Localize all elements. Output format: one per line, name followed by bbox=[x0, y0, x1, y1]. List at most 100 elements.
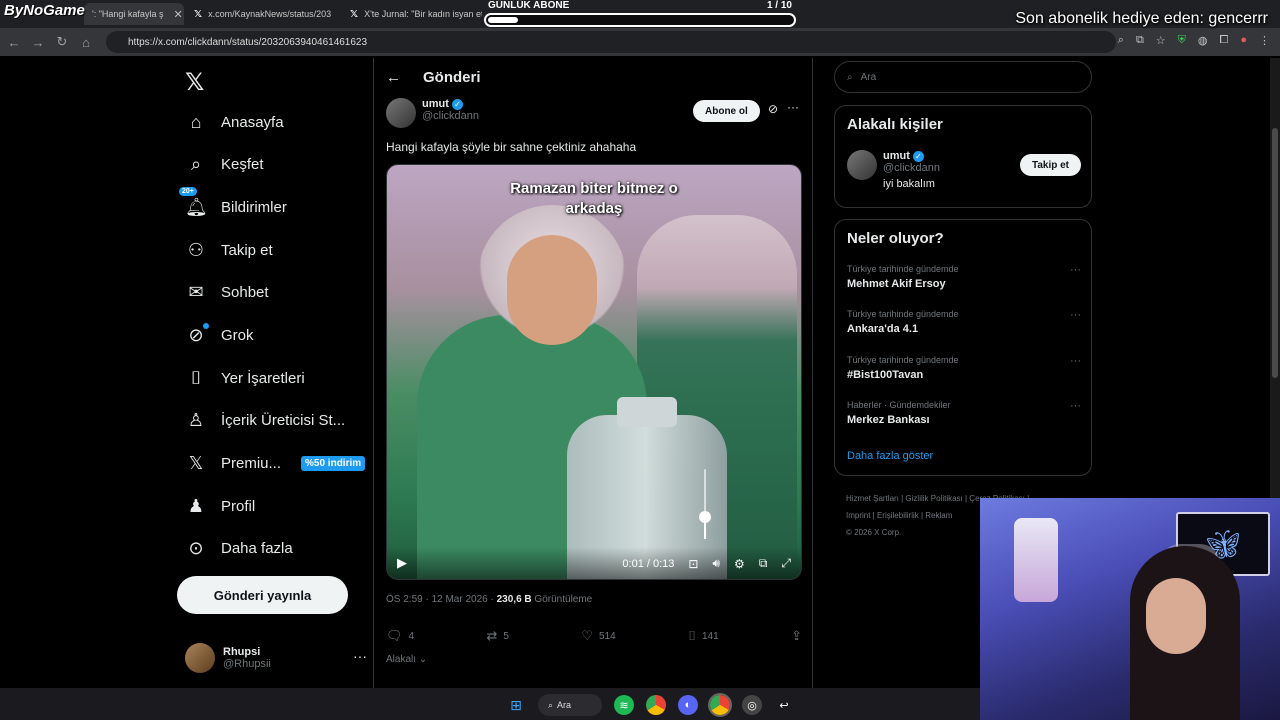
post-button[interactable]: Gönderi yayınla bbox=[177, 576, 348, 614]
post-author[interactable]: umut ✓ @clickdann bbox=[386, 98, 479, 128]
nav-item-profile[interactable]: ♟ Profil bbox=[185, 486, 255, 526]
nav-item-label: Keşfet bbox=[221, 155, 264, 173]
share-button[interactable]: ⇪ bbox=[791, 628, 802, 644]
spotify-icon[interactable]: ≋ bbox=[614, 695, 634, 715]
nav-item-label: İçerik Üreticisi St... bbox=[221, 411, 346, 429]
show-more-link[interactable]: Daha fazla göster bbox=[847, 450, 933, 462]
nav-item-follow[interactable]: ⚇ Takip et bbox=[185, 230, 273, 270]
x-logo-icon: 𝕏 bbox=[350, 8, 359, 20]
url-input[interactable]: https://x.com/clickdann/status/203206394… bbox=[106, 31, 1116, 53]
video-caption: Ramazan biter bitmez o arkadaş bbox=[387, 179, 801, 219]
obs-icon[interactable]: ◎ bbox=[742, 695, 762, 715]
chrome-icon[interactable] bbox=[646, 695, 666, 715]
profile-avatar-icon[interactable]: ● bbox=[1240, 34, 1247, 47]
nav-item-label: Anasayfa bbox=[221, 113, 284, 131]
back-icon[interactable]: ← bbox=[2, 35, 26, 50]
more-icon[interactable]: ··· bbox=[1070, 309, 1081, 321]
more-icon[interactable]: ··· bbox=[353, 648, 367, 664]
bookmark-button[interactable]: ⌷ 141 bbox=[688, 628, 719, 644]
nav-item-label: Yer İşaretleri bbox=[221, 369, 305, 387]
fullscreen-icon[interactable]: ⤢ bbox=[781, 556, 791, 571]
reply-button[interactable]: 🗨︎ 4 bbox=[386, 628, 414, 644]
browser-tab-2[interactable]: 𝕏 x.com/KaynakNews/status/203 ✕ bbox=[186, 3, 336, 25]
trend-item[interactable]: Türkiye tarihinde gündemde Ankara'da 4.1… bbox=[847, 309, 1081, 335]
x-logo-icon: 𝕏 bbox=[188, 452, 204, 473]
scrollbar-thumb[interactable] bbox=[1272, 128, 1278, 378]
stream-brand-logo: ByNoGame bbox=[4, 2, 85, 19]
shield-extension-icon[interactable]: ⛨ bbox=[1178, 34, 1186, 47]
video-player[interactable]: Ramazan biter bitmez o arkadaş ▶ 0:01 / … bbox=[386, 164, 802, 580]
grok-icon: ⊘ bbox=[185, 322, 209, 346]
nav-item-explore[interactable]: ⌕ Keşfet bbox=[185, 144, 264, 184]
close-icon[interactable]: ✕ bbox=[173, 8, 182, 21]
pip-icon[interactable]: ⧉ bbox=[759, 556, 768, 571]
browser-tab-3[interactable]: 𝕏 X'te Jurnal: "Bir kadın isyan etti bbox=[342, 3, 482, 25]
more-icon[interactable]: ··· bbox=[1070, 264, 1081, 276]
reload-icon[interactable]: ↻ bbox=[50, 34, 74, 50]
discord-icon[interactable]: ◐ bbox=[678, 695, 698, 715]
nav-item-grok[interactable]: ⊘ Grok bbox=[185, 315, 254, 355]
like-count: 514 bbox=[599, 630, 616, 642]
volume-knob[interactable] bbox=[699, 511, 711, 523]
share-icon: ⇪ bbox=[791, 628, 802, 643]
heart-icon: ♡ bbox=[581, 628, 594, 643]
nav-item-chat[interactable]: ✉ Sohbet bbox=[185, 272, 268, 312]
settings-icon[interactable]: ⚙ bbox=[734, 557, 745, 571]
install-icon[interactable]: ⧉ bbox=[1136, 34, 1144, 47]
extension-icon[interactable]: ◍ bbox=[1198, 34, 1208, 47]
author-handle[interactable]: @clickdann bbox=[422, 110, 479, 122]
trend-item[interactable]: Haberler · Gündemdekiler Merkez Bankası … bbox=[847, 400, 1081, 426]
account-switcher[interactable]: Rhupsi @Rhupsii ··· bbox=[185, 638, 371, 678]
nav-item-notifications[interactable]: 🔔︎ 20+ Bildirimler bbox=[179, 186, 287, 227]
avatar[interactable] bbox=[847, 150, 877, 180]
video-caption-line: Ramazan biter bitmez o bbox=[510, 180, 678, 197]
related-user-handle[interactable]: @clickdann bbox=[883, 162, 940, 174]
menu-icon[interactable]: ⋮ bbox=[1259, 34, 1270, 47]
grok-icon[interactable]: ⊘ bbox=[768, 102, 778, 116]
browser-tab-1[interactable]: ': "Hangi kafayla ş ✕ bbox=[84, 3, 184, 25]
taskbar-search[interactable]: ⌕ Ara bbox=[538, 694, 602, 716]
puzzle-icon[interactable]: ⧠ bbox=[1220, 34, 1229, 47]
author-name[interactable]: umut bbox=[422, 98, 449, 110]
x-logo-icon[interactable]: 𝕏 bbox=[185, 68, 204, 97]
nav-item-home[interactable]: ⌂ Anasayfa bbox=[185, 102, 284, 142]
volume-icon[interactable]: 🔊︎ bbox=[712, 556, 720, 571]
play-icon[interactable]: ▶ bbox=[397, 555, 407, 571]
search-input[interactable]: ⌕ Ara bbox=[834, 61, 1092, 93]
repost-button[interactable]: ⇄ 5 bbox=[487, 628, 509, 644]
related-dropdown[interactable]: Alakalı ⌄ bbox=[386, 654, 427, 665]
home-icon[interactable]: ⌂ bbox=[74, 35, 98, 50]
back-arrow-icon[interactable]: ← bbox=[386, 69, 401, 86]
star-icon[interactable]: ☆ bbox=[1156, 34, 1166, 47]
reply-count: 4 bbox=[408, 630, 415, 642]
subscribe-button[interactable]: Abone ol bbox=[693, 100, 760, 122]
forward-icon[interactable]: → bbox=[26, 35, 50, 50]
nav-item-premium[interactable]: 𝕏 Premiu... %50 indirim bbox=[185, 443, 366, 483]
captions-icon[interactable]: ⊡ bbox=[688, 557, 698, 571]
zoom-icon[interactable]: ⌕ bbox=[1118, 34, 1124, 47]
chrome-active-icon[interactable] bbox=[708, 693, 732, 717]
app-icon[interactable]: ↩ bbox=[774, 695, 794, 715]
more-icon[interactable]: ··· bbox=[787, 100, 799, 114]
volume-slider[interactable] bbox=[697, 465, 713, 545]
more-icon[interactable]: ··· bbox=[1070, 400, 1081, 412]
avatar[interactable] bbox=[386, 98, 416, 128]
follow-button[interactable]: Takip et bbox=[1019, 154, 1081, 176]
related-user[interactable]: umut ✓ @clickdann iyi bakalım bbox=[847, 150, 940, 190]
trend-item[interactable]: Türkiye tarihinde gündemde #Bist100Tavan… bbox=[847, 355, 1081, 381]
nav-item-creator-studio[interactable]: ♙ İçerik Üreticisi St... bbox=[185, 400, 345, 440]
nav-item-label: Takip et bbox=[221, 241, 273, 259]
more-icon[interactable]: ··· bbox=[1070, 355, 1081, 367]
search-icon: ⌕ bbox=[548, 699, 554, 710]
related-user-bio: iyi bakalım bbox=[883, 178, 935, 190]
post-time[interactable]: ÖS 2:59 · 12 Mar 2026 · bbox=[386, 594, 497, 605]
windows-start-icon[interactable]: ⊞ bbox=[506, 695, 526, 715]
nav-item-bookmarks[interactable]: ⌷ Yer İşaretleri bbox=[185, 358, 305, 398]
bookmark-icon: ⌷ bbox=[688, 628, 696, 643]
microphone bbox=[1014, 518, 1058, 602]
like-button[interactable]: ♡ 514 bbox=[581, 628, 615, 644]
nav-item-more[interactable]: ⊙ Daha fazla bbox=[185, 528, 292, 568]
sub-goal-overlay: GÜNLÜK ABONE 1 / 10 bbox=[484, 0, 796, 28]
trend-item[interactable]: Türkiye tarihinde gündemde Mehmet Akif E… bbox=[847, 264, 1081, 290]
related-user-name[interactable]: umut bbox=[883, 150, 910, 162]
